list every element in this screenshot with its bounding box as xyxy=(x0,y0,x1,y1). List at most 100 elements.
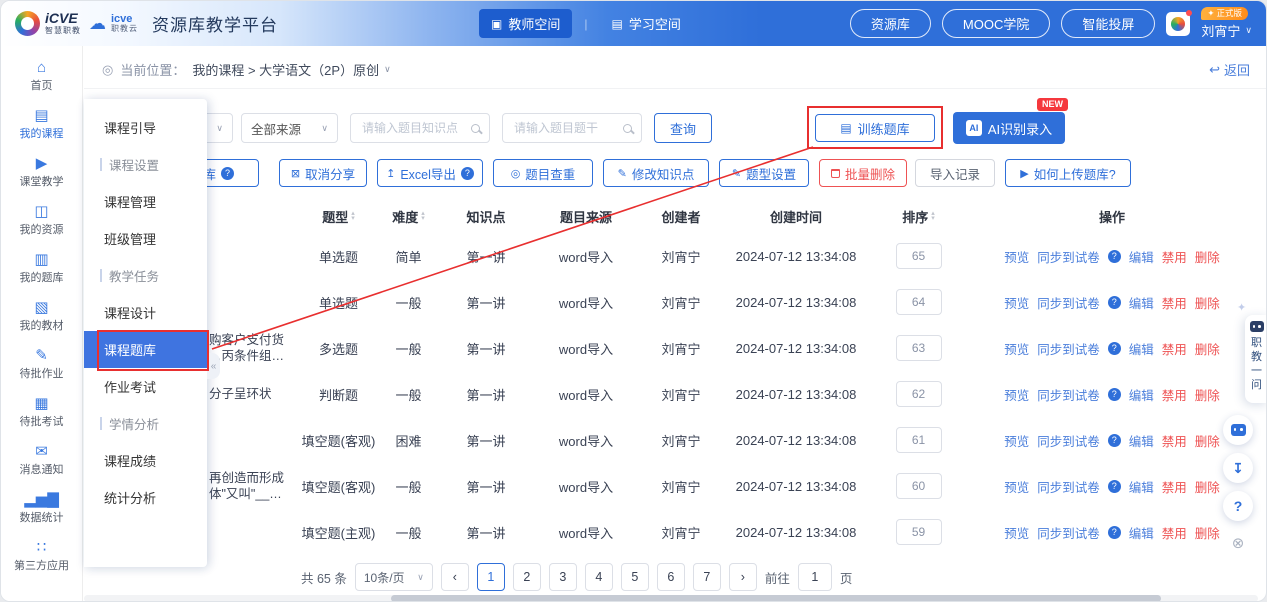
duplicate-check-button[interactable]: ◎题目查重 xyxy=(493,159,593,187)
smart-cast-button[interactable]: 智能投屏 xyxy=(1061,9,1155,38)
search-icon[interactable] xyxy=(471,124,480,133)
disable-link[interactable]: 禁用 xyxy=(1162,247,1187,266)
resource-library-button[interactable]: 资源库 xyxy=(850,9,931,38)
submenu-item-homework-exam[interactable]: 作业考试 xyxy=(84,368,207,405)
submenu-item-course-grades[interactable]: 课程成绩 xyxy=(84,442,207,479)
preview-link[interactable]: 预览 xyxy=(1004,523,1029,542)
sync-to-paper-link[interactable]: 同步到试卷 xyxy=(1037,385,1100,404)
question-stem-input[interactable] xyxy=(512,120,617,136)
source-select[interactable]: 全部来源 ∨ xyxy=(241,113,338,143)
delete-link[interactable]: 删除 xyxy=(1195,293,1220,312)
sync-to-paper-link[interactable]: 同步到试卷 xyxy=(1037,247,1100,266)
learning-space-tab[interactable]: ▤ 学习空间 xyxy=(599,9,692,38)
sync-to-paper-link[interactable]: 同步到试卷 xyxy=(1037,339,1100,358)
help-icon[interactable]: ? xyxy=(1108,388,1121,401)
teacher-space-tab[interactable]: ▣ 教师空间 xyxy=(479,9,572,38)
modify-knowledge-button[interactable]: ✎修改知识点 xyxy=(603,159,709,187)
icve-cloud-logo[interactable]: ☁ icve 职教云 xyxy=(89,13,138,34)
delete-link[interactable]: 删除 xyxy=(1195,477,1220,496)
back-button[interactable]: ↩ 返回 xyxy=(1209,60,1250,79)
help-icon[interactable]: ? xyxy=(461,167,474,180)
edit-link[interactable]: 编辑 xyxy=(1129,293,1154,312)
type-settings-button[interactable]: ✎题型设置 xyxy=(719,159,809,187)
sync-to-paper-link[interactable]: 同步到试卷 xyxy=(1037,431,1100,450)
help-icon[interactable]: ? xyxy=(1108,434,1121,447)
sidebar-item-third-party-apps[interactable]: ∷第三方应用 xyxy=(1,532,82,580)
submenu-item-class-management[interactable]: 班级管理 xyxy=(84,220,207,257)
ai-assistant-button[interactable] xyxy=(1223,415,1253,445)
edit-link[interactable]: 编辑 xyxy=(1129,477,1154,496)
query-button[interactable]: 查询 xyxy=(654,113,712,143)
sidebar-item-pending-exams[interactable]: ▦待批考试 xyxy=(1,388,82,436)
preview-link[interactable]: 预览 xyxy=(1004,247,1029,266)
train-question-bank-button[interactable]: ▤ 训练题库 xyxy=(815,114,935,142)
order-input[interactable]: 61 xyxy=(896,427,942,453)
course-selector[interactable]: 我的课程 > 大学语文（2P）原创 ∨ xyxy=(192,60,390,79)
sync-to-paper-link[interactable]: 同步到试卷 xyxy=(1037,293,1100,312)
submenu-item-course-question-bank[interactable]: 课程题库 xyxy=(84,331,207,368)
page-size-select[interactable]: 10条/页∨ xyxy=(355,563,433,591)
sidebar-item-home[interactable]: ⌂首页 xyxy=(1,52,82,100)
mooc-college-button[interactable]: MOOC学院 xyxy=(942,9,1050,38)
delete-link[interactable]: 删除 xyxy=(1195,339,1220,358)
sidebar-item-my-textbooks[interactable]: ▧我的教材 xyxy=(1,292,82,340)
batch-delete-button[interactable]: 批量删除 xyxy=(819,159,907,187)
submenu-item-course-design[interactable]: 课程设计 xyxy=(84,294,207,331)
sort-buttons[interactable]: ▴▾ xyxy=(351,211,355,221)
submenu-item-statistical-analysis[interactable]: 统计分析 xyxy=(84,479,207,516)
sidebar-item-notifications[interactable]: ✉消息通知 xyxy=(1,436,82,484)
delete-link[interactable]: 删除 xyxy=(1195,247,1220,266)
help-icon[interactable]: ? xyxy=(1108,526,1121,539)
preview-link[interactable]: 预览 xyxy=(1004,293,1029,312)
preview-link[interactable]: 预览 xyxy=(1004,339,1029,358)
icve-logo[interactable]: iCVE 智慧职教 xyxy=(15,11,81,36)
ai-recognition-button[interactable]: AI AI识别录入 xyxy=(953,112,1065,144)
edit-link[interactable]: 编辑 xyxy=(1129,339,1154,358)
sidebar-item-my-question-bank[interactable]: ▥我的题库 xyxy=(1,244,82,292)
disable-link[interactable]: 禁用 xyxy=(1162,431,1187,450)
preview-link[interactable]: 预览 xyxy=(1004,477,1029,496)
page-button-1[interactable]: 1 xyxy=(477,563,505,591)
order-input[interactable]: 65 xyxy=(896,243,942,269)
goto-page-input[interactable]: 1 xyxy=(798,563,832,591)
sort-buttons[interactable]: ▴▾ xyxy=(421,211,425,221)
page-button-6[interactable]: 6 xyxy=(657,563,685,591)
page-button-3[interactable]: 3 xyxy=(549,563,577,591)
knowledge-point-input[interactable] xyxy=(360,120,465,136)
sidebar-item-my-courses[interactable]: ▤我的课程 xyxy=(1,100,82,148)
cancel-share-button[interactable]: ⊠取消分享 xyxy=(279,159,367,187)
upload-guide-button[interactable]: ▶如何上传题库? xyxy=(1005,159,1131,187)
edit-link[interactable]: 编辑 xyxy=(1129,431,1154,450)
download-button[interactable]: ↧ xyxy=(1223,453,1253,483)
order-input[interactable]: 62 xyxy=(896,381,942,407)
sort-buttons[interactable]: ▴▾ xyxy=(931,211,935,221)
order-input[interactable]: 63 xyxy=(896,335,942,361)
help-button[interactable]: ? xyxy=(1223,491,1253,521)
disable-link[interactable]: 禁用 xyxy=(1162,385,1187,404)
page-button-7[interactable]: 7 xyxy=(693,563,721,591)
next-page-button[interactable]: › xyxy=(729,563,757,591)
search-icon[interactable] xyxy=(623,124,632,133)
help-icon[interactable]: ? xyxy=(1108,342,1121,355)
disable-link[interactable]: 禁用 xyxy=(1162,339,1187,358)
page-button-5[interactable]: 5 xyxy=(621,563,649,591)
edit-link[interactable]: 编辑 xyxy=(1129,385,1154,404)
sidebar-item-data-statistics[interactable]: ▂▅▇数据统计 xyxy=(1,484,82,532)
order-input[interactable]: 59 xyxy=(896,519,942,545)
help-icon[interactable]: ? xyxy=(1108,296,1121,309)
help-icon[interactable]: ? xyxy=(1108,480,1121,493)
disable-link[interactable]: 禁用 xyxy=(1162,293,1187,312)
app-grid-icon[interactable] xyxy=(1166,12,1190,36)
excel-export-button[interactable]: ↥Excel导出? xyxy=(377,159,483,187)
preview-link[interactable]: 预览 xyxy=(1004,385,1029,404)
disable-link[interactable]: 禁用 xyxy=(1162,523,1187,542)
edit-link[interactable]: 编辑 xyxy=(1129,523,1154,542)
assistant-tab[interactable]: 职教一问 xyxy=(1245,315,1267,403)
sidebar-item-pending-homework[interactable]: ✎待批作业 xyxy=(1,340,82,388)
sidebar-item-my-resources[interactable]: ◫我的资源 xyxy=(1,196,82,244)
order-input[interactable]: 64 xyxy=(896,289,942,315)
sync-to-paper-link[interactable]: 同步到试卷 xyxy=(1037,477,1100,496)
horizontal-scrollbar-thumb[interactable] xyxy=(391,595,1161,602)
order-input[interactable]: 60 xyxy=(896,473,942,499)
submenu-item-course-management[interactable]: 课程管理 xyxy=(84,183,207,220)
